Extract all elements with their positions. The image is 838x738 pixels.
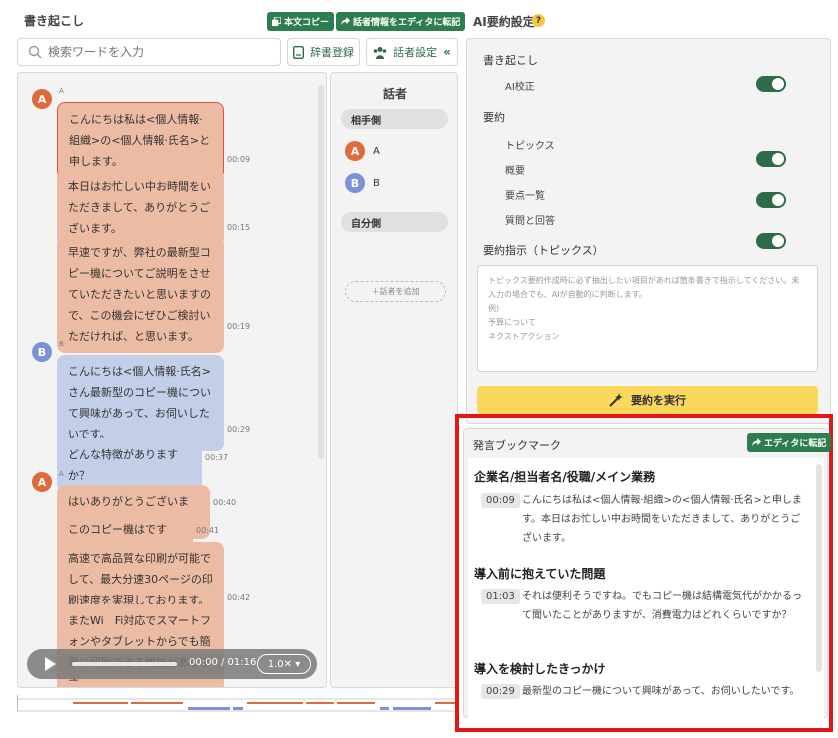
transcript-panel: A A こんにちは私は<個人情報·組織>の<個人情報·氏名>と申します。 00:09 本… xyxy=(17,72,327,688)
message-timestamp: 00:15 xyxy=(227,223,251,232)
key-points-toggle[interactable] xyxy=(756,233,786,249)
message-timestamp: 00:09 xyxy=(227,155,251,164)
instruction-placeholder-line: トピックス要約作成時に必ず抽出したい項目があれば箇条書きで指示してください。未入… xyxy=(488,276,800,299)
playback-speed-button[interactable]: 1.0✕ ▾ xyxy=(257,654,311,674)
speaker-settings-label: 話者設定 xyxy=(393,46,438,59)
overview-label: 概要 xyxy=(505,166,525,177)
book-icon xyxy=(293,45,304,59)
instruction-placeholder-line: 例) xyxy=(488,304,500,313)
people-icon xyxy=(373,46,387,59)
bookmark-title: 発言ブックマーク xyxy=(473,439,561,452)
search-box[interactable] xyxy=(17,38,281,66)
bookmark-list: 企業名/担当者名/役職/メイン業務 00:09 こんにちは私は<個人情報·組織>… xyxy=(468,458,824,719)
speaker-b-avatar: B xyxy=(345,173,365,193)
add-speaker-button[interactable]: ＋話者を追加 xyxy=(345,281,446,302)
bookmark-panel: 発言ブックマーク エディタに転記 企業名/担当者名/役職/メイン業務 00:09… xyxy=(463,428,832,719)
copy-text-button[interactable]: 本文コピー xyxy=(267,12,335,31)
message-bubble[interactable]: 早速ですが、弊社の最新型コピー機についてご説明をさせていただきたいと思いますので… xyxy=(57,236,224,353)
transcription-section-label: 書き起こし xyxy=(483,54,538,67)
speaker-label: B xyxy=(59,340,64,348)
message-timestamp: 00:40 xyxy=(213,498,237,507)
topics-toggle[interactable] xyxy=(756,151,786,167)
ai-summary-panel: 書き起こし AI校正 要約 トピックス 概要 要点一覧 質問と回答 要約指示（ト… xyxy=(466,38,831,424)
speaker-item-b[interactable]: B B xyxy=(345,173,380,193)
instruction-title: 要約指示（トピックス） xyxy=(483,244,604,257)
message-bubble[interactable]: 本日はお忙しい中お時間をいただきまして、ありがとうございます。 xyxy=(57,170,224,245)
dictionary-button[interactable]: 辞書登録 xyxy=(287,38,360,66)
search-input[interactable] xyxy=(48,45,248,59)
speaker-a-name: A xyxy=(373,145,380,157)
audio-player: 00:00 / 01:16 1.0✕ ▾ xyxy=(27,649,317,679)
summary-section-label: 要約 xyxy=(483,111,505,124)
audio-timeline[interactable] xyxy=(17,695,462,715)
key-points-label: 要点一覧 xyxy=(505,191,545,202)
bookmark-editor-label: エディタに転記 xyxy=(764,439,827,449)
bookmark-timestamp[interactable]: 00:09 xyxy=(481,493,520,508)
run-summary-button[interactable]: 要約を実行 xyxy=(477,386,818,414)
speaker-b-name: B xyxy=(373,177,380,189)
bookmark-timestamp[interactable]: 00:29 xyxy=(481,684,520,699)
bookmark-text: 最新型のコピー機について興味があって、お伺いしたいです。 xyxy=(522,686,800,697)
speaker-label: A xyxy=(59,470,64,478)
message-bubble[interactable]: 更にえ両面印刷や拡大の縮小印 xyxy=(57,681,224,687)
self-side-group: 自分側 xyxy=(341,212,448,232)
collapse-chevron-icon: « xyxy=(443,45,451,59)
message-timestamp: 00:29 xyxy=(227,425,251,434)
speaker-panel-title: 話者 xyxy=(382,87,407,101)
transfer-speaker-label: 話者情報をエディタに転記 xyxy=(353,18,461,28)
speaker-panel: 話者 相手側 A A B B 自分側 ＋話者を追加 xyxy=(330,72,458,688)
speaker-settings-button[interactable]: 話者設定 « xyxy=(366,38,458,66)
overview-toggle[interactable] xyxy=(756,192,786,208)
instruction-placeholder-line: ネクストアクション xyxy=(488,332,560,341)
other-side-group: 相手側 xyxy=(341,109,448,129)
message-timestamp: 00:19 xyxy=(227,322,251,331)
transfer-speaker-button[interactable]: 話者情報をエディタに転記 xyxy=(336,12,466,31)
speaker-avatar: A xyxy=(32,472,52,492)
speaker-avatar: A xyxy=(32,89,52,109)
topics-label: トピックス xyxy=(505,141,555,152)
message-timestamp: 00:41 xyxy=(196,526,220,535)
audio-seek-bar[interactable] xyxy=(72,662,177,666)
instruction-textarea[interactable]: トピックス要約作成時に必ず抽出したい項目があれば箇条書きで指示してください。未入… xyxy=(477,265,818,372)
run-summary-label: 要約を実行 xyxy=(631,394,686,407)
speaker-label: A xyxy=(59,87,64,95)
ai-summary-title: AI要約設定 xyxy=(473,15,535,29)
copy-icon xyxy=(272,17,281,26)
ai-correction-label: AI校正 xyxy=(505,82,535,93)
message-timestamp: 00:42 xyxy=(227,593,251,602)
bookmark-heading: 企業名/担当者名/役職/メイン業務 xyxy=(474,470,656,484)
speaker-avatar: B xyxy=(32,342,52,362)
help-icon[interactable]: ? xyxy=(532,14,545,27)
search-icon xyxy=(28,45,42,59)
transcript-scrollbar[interactable] xyxy=(318,85,324,459)
ai-correction-toggle[interactable] xyxy=(756,76,786,92)
share-arrow-icon xyxy=(341,17,350,26)
bookmark-text: こんにちは私は<個人情報·組織>の<個人情報·氏名>と申します。本日はお忙しい中… xyxy=(522,495,802,544)
qa-label: 質問と回答 xyxy=(505,216,555,227)
bookmark-text: それは便利そうですね。でもコピー機は結構電気代がかかるって聞いたことがありますが… xyxy=(522,591,802,621)
speaker-a-avatar: A xyxy=(345,141,365,161)
magic-wand-icon xyxy=(609,393,623,407)
dictionary-label: 辞書登録 xyxy=(310,46,354,59)
message-bubble[interactable]: どんな特徴がありますか？ xyxy=(57,438,202,492)
bookmark-heading: 導入を検討したきっかけ xyxy=(474,662,606,676)
audio-time: 00:00 / 01:16 xyxy=(189,657,257,668)
bookmark-timestamp[interactable]: 01:03 xyxy=(481,589,520,604)
bookmark-editor-button[interactable]: エディタに転記 xyxy=(747,433,832,452)
message-bubble[interactable]: こんにちは私は<個人情報·組織>の<個人情報·氏名>と申します。 xyxy=(57,102,224,179)
transcription-title: 書き起こし xyxy=(24,14,85,28)
share-arrow-icon xyxy=(752,438,761,447)
play-icon[interactable] xyxy=(45,657,56,671)
copy-text-label: 本文コピー xyxy=(284,18,330,28)
instruction-placeholder-line: 予算について xyxy=(488,318,536,327)
speaker-item-a[interactable]: A A xyxy=(345,141,380,161)
bookmark-heading: 導入前に抱えていた問題 xyxy=(474,567,606,581)
message-timestamp: 00:37 xyxy=(205,453,229,462)
message-bubble[interactable]: こんにちは<個人情報·氏名>さん最新型のコピー機について興味があって、お伺いした… xyxy=(57,355,224,451)
bookmark-scrollbar[interactable] xyxy=(816,464,822,672)
